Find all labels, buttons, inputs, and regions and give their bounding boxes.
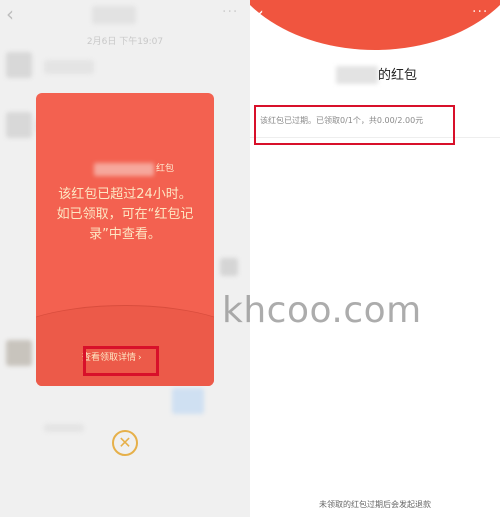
expired-message-line-2: 如已领取，可在“红包记 bbox=[56, 207, 194, 222]
chat-bubble-blurred bbox=[44, 60, 94, 74]
chat-timestamp: 2月6日 下午19:07 bbox=[86, 37, 164, 47]
expired-message-line-1: 该红包已超过24小时。 bbox=[58, 187, 192, 202]
expired-message-line-3: 录”中查看。 bbox=[89, 227, 161, 242]
avatar bbox=[220, 258, 238, 276]
red-packet-sender: 红包 bbox=[36, 163, 214, 177]
back-chevron-icon[interactable]: ‹ bbox=[6, 2, 24, 26]
more-options-icon[interactable]: ··· bbox=[222, 2, 244, 26]
red-header-arc bbox=[250, 0, 500, 50]
chat-screen-dimmed: ‹ ··· 2月6日 下午19:07 红包 该红包已超过24小时。 如已领取，可… bbox=[0, 0, 250, 517]
refund-note: 未领取的红包过期后会发起退款 bbox=[319, 500, 431, 509]
watermark-text: khcoo.com bbox=[222, 290, 422, 331]
highlight-box-detail-link bbox=[83, 346, 159, 376]
expired-message: 该红包已超过24小时。 如已领取，可在“红包记 录”中查看。 bbox=[36, 185, 214, 245]
screenshot-stage: ‹ ··· 2月6日 下午19:07 红包 该红包已超过24小时。 如已领取，可… bbox=[0, 0, 500, 517]
owner-name-blurred bbox=[336, 66, 378, 84]
red-packet-detail-screen: ‹ ··· 的红包 该红包已过期。已领取0/1个，共0.00/2.00元 未领取… bbox=[250, 0, 500, 517]
red-packet-owner-title: 的红包 bbox=[378, 68, 418, 83]
avatar bbox=[6, 112, 32, 138]
red-packet-modal: 红包 该红包已超过24小时。 如已领取，可在“红包记 录”中查看。 查看领取详情… bbox=[36, 93, 214, 386]
more-options-icon[interactable]: ··· bbox=[472, 2, 494, 26]
chat-bubble-blurred bbox=[44, 424, 84, 432]
sender-name-blurred bbox=[94, 163, 154, 176]
chat-title-blurred bbox=[92, 6, 136, 24]
back-chevron-icon[interactable]: ‹ bbox=[256, 2, 274, 26]
close-icon[interactable]: ✕ bbox=[112, 430, 138, 456]
highlight-box-status bbox=[254, 105, 455, 145]
avatar bbox=[6, 340, 32, 366]
avatar bbox=[6, 52, 32, 78]
image-message-blurred bbox=[172, 388, 204, 414]
chat-top-bar: ‹ ··· bbox=[0, 0, 250, 30]
sender-suffix: 红包 bbox=[156, 164, 175, 174]
